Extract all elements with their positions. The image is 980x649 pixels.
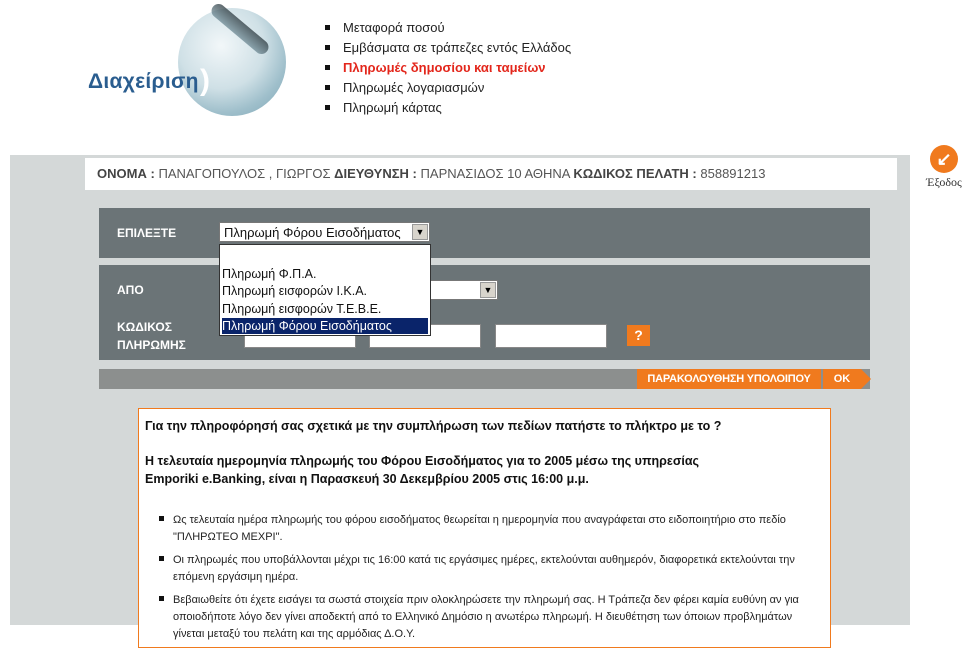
track-balance-button[interactable]: ΠΑΡΑΚΟΛΟΥΘΗΣΗ ΥΠΟΛΟΙΠΟΥ <box>637 369 821 389</box>
ok-button[interactable]: OK <box>823 369 861 389</box>
option-income-tax[interactable]: Πληρωμή Φόρου Εισοδήματος <box>222 318 428 334</box>
top-menu: Μεταφορά ποσού Εμβάσματα σε τράπεζες εντ… <box>322 18 571 118</box>
note-item: Ως τελευταία ημέρα πληρωμής του φόρου ει… <box>159 512 813 546</box>
logo-bracket: ) <box>200 64 210 97</box>
customer-code-value: 858891213 <box>700 166 766 181</box>
menu-item-domestic-remittance[interactable]: Εμβάσματα σε τράπεζες εντός Ελλάδος <box>322 38 571 58</box>
note-item: Βεβαιωθείτε ότι έχετε εισάγει τα σωστά σ… <box>159 592 813 643</box>
name-value: ΠΑΝΑΓΟΠΟΥΛΟΣ , ΓΙΩΡΓΟΣ <box>158 166 331 181</box>
logout-button[interactable]: ↙ Έξοδος <box>918 145 970 190</box>
deadline-line-2: Emporiki e.Banking, είναι η Παρασκευή 30… <box>145 472 589 486</box>
info-box: Για την πληροφόρησή σας σχετικά με την σ… <box>138 408 831 648</box>
separator: : <box>692 166 697 181</box>
select-panel <box>99 208 870 258</box>
option-tebe[interactable]: Πληρωμή εισφορών Τ.Ε.Β.Ε. <box>222 301 428 317</box>
menu-item-transfer[interactable]: Μεταφορά ποσού <box>322 18 571 38</box>
notes-list: Ως τελευταία ημέρα πληρωμής του φόρου ει… <box>159 512 813 649</box>
option-vat[interactable]: Πληρωμή Φ.Π.Α. <box>222 266 428 282</box>
option-ika[interactable]: Πληρωμή εισφορών Ι.Κ.Α. <box>222 283 428 299</box>
chevron-down-icon[interactable]: ▼ <box>412 224 428 240</box>
address-label: ΔΙΕΥΘΥΝΣΗ <box>334 166 409 181</box>
payment-code-label-line2: ΠΛΗΡΩΜΗΣ <box>117 338 186 352</box>
customer-code-label: ΚΩΔΙΚΟΣ ΠΕΛΑΤΗ <box>573 166 689 181</box>
note-item: Οι πληρωμές που υποβάλλονται μέχρι τις 1… <box>159 552 813 586</box>
payment-type-dropdown: Πληρωμή Φ.Π.Α. Πληρωμή εισφορών Ι.Κ.Α. Π… <box>219 244 431 336</box>
payment-type-value: Πληρωμή Φόρου Εισοδήματος <box>224 225 401 240</box>
from-label: ΑΠΟ <box>117 283 144 297</box>
customer-info-bar: ΟΝΟΜΑ : ΠΑΝΑΓΟΠΟΥΛΟΣ , ΓΙΩΡΓΟΣ ΔΙΕΥΘΥΝΣΗ… <box>85 158 897 190</box>
separator: : <box>412 166 417 181</box>
chevron-down-icon[interactable]: ▼ <box>480 282 496 298</box>
logout-label[interactable]: Έξοδος <box>918 175 970 190</box>
deadline-line-1: Η τελευταία ημερομηνία πληρωμής του Φόρο… <box>145 454 700 468</box>
help-button[interactable]: ? <box>627 325 650 346</box>
payment-code-label: ΚΩΔΙΚΟΣ ΠΛΗΡΩΜΗΣ <box>117 320 186 352</box>
payment-code-field-3[interactable] <box>495 324 607 348</box>
menu-item-public-payments[interactable]: Πληρωμές δημοσίου και ταμείων <box>322 58 571 78</box>
payment-code-label-line1: ΚΩΔΙΚΟΣ <box>117 320 172 334</box>
section-title: Διαχείριση <box>88 70 199 93</box>
menu-item-bill-payments[interactable]: Πληρωμές λογαριασμών <box>322 78 571 98</box>
name-label: ΟΝΟΜΑ <box>97 166 147 181</box>
menu-item-card-payment[interactable]: Πληρωμή κάρτας <box>322 98 571 118</box>
ok-button-arrow[interactable] <box>861 369 871 389</box>
separator: : <box>150 166 155 181</box>
exit-arrow-icon[interactable]: ↙ <box>930 145 958 173</box>
payment-type-select[interactable]: Πληρωμή Φόρου Εισοδήματος ▼ <box>219 222 430 242</box>
address-value: ΠΑΡΝΑΣΙΔΟΣ 10 ΑΘΗΝΑ <box>420 166 570 181</box>
select-label: ΕΠΙΛΕΞΤΕ <box>117 226 177 240</box>
help-instruction: Για την πληροφόρησή σας σχετικά με την σ… <box>145 419 722 433</box>
